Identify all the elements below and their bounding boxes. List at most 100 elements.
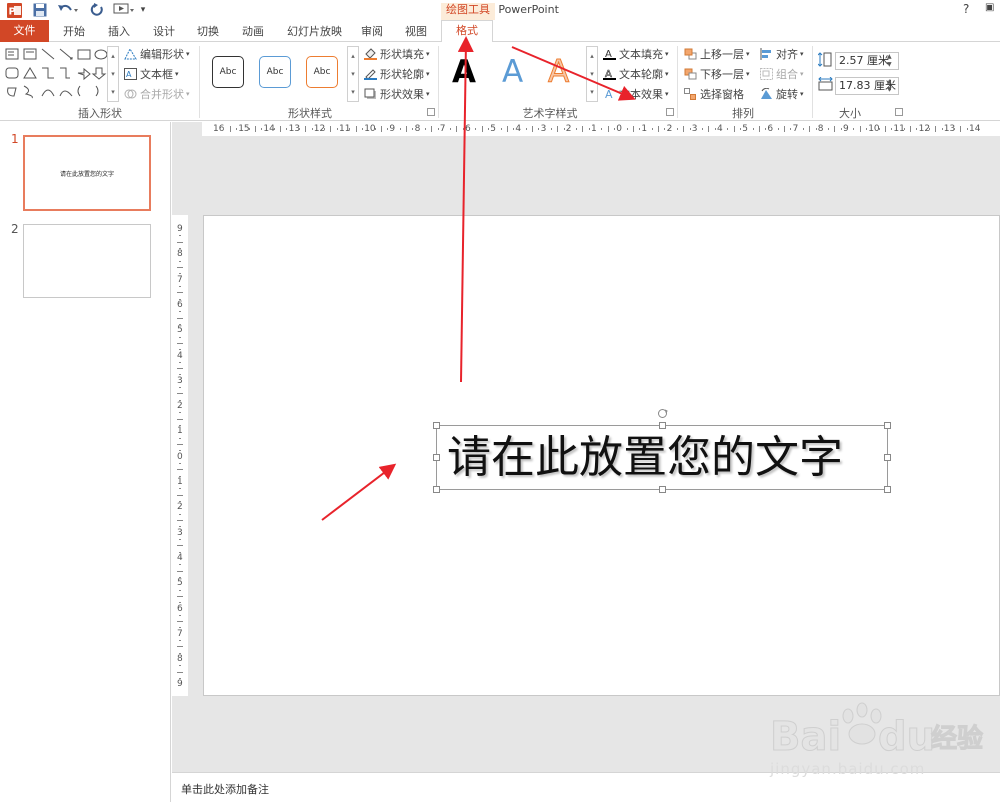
ruler-tick	[702, 128, 704, 130]
ruler-tick	[179, 538, 181, 540]
shape-styles-scroll[interactable]: ▴ ▾ ▾	[347, 46, 359, 102]
group-button[interactable]: 组合 ▾	[760, 66, 804, 82]
resize-handle-se[interactable]	[884, 486, 891, 493]
tab-insert[interactable]: 插入	[108, 23, 130, 39]
resize-handle-sw[interactable]	[433, 486, 440, 493]
tab-view[interactable]: 视图	[405, 23, 427, 39]
ruler-tick	[809, 126, 811, 132]
tab-slideshow[interactable]: 幻灯片放映	[287, 23, 342, 39]
text-box-button[interactable]: A 文本框 ▾	[124, 66, 179, 82]
selection-pane-button[interactable]: 选择窗格	[684, 86, 744, 102]
ruler-tick	[853, 128, 855, 130]
rotate-label: 旋转	[776, 88, 798, 101]
ruler-tick	[177, 292, 183, 294]
ruler-tick	[437, 128, 439, 130]
ruler-tick	[790, 128, 792, 130]
resize-handle-w[interactable]	[433, 454, 440, 461]
align-button[interactable]: 对齐 ▾	[760, 46, 804, 62]
vertical-ruler-number: 7	[177, 628, 183, 639]
slide-thumbnail-1[interactable]: 请在此放置您的文字	[23, 135, 151, 211]
tab-format[interactable]: 格式	[441, 20, 493, 43]
send-backward-button[interactable]: 下移一层 ▾	[684, 66, 750, 82]
rotation-handle-icon[interactable]	[657, 408, 668, 422]
shape-style-preset-1[interactable]: Abc	[212, 56, 244, 88]
horizontal-ruler-number: 9	[389, 124, 396, 134]
group-separator	[199, 46, 200, 118]
paint-bucket-icon	[364, 48, 377, 60]
ruler-tick	[475, 128, 477, 130]
ribbon-display-options-icon[interactable]: ▣	[985, 2, 994, 13]
ruler-tick	[733, 126, 735, 132]
resize-handle-nw[interactable]	[433, 422, 440, 429]
text-box-label: 文本框	[140, 68, 173, 81]
resize-handle-s[interactable]	[659, 486, 666, 493]
ruler-tick	[752, 128, 754, 130]
ruler-tick	[834, 126, 836, 132]
svg-text:du: du	[878, 714, 935, 760]
text-fill-button[interactable]: A 文本填充 ▾	[603, 46, 669, 62]
slide-thumbnail-2[interactable]	[23, 224, 151, 298]
vertical-ruler-number: 3	[177, 375, 183, 386]
wordart-style-blue[interactable]: A	[502, 52, 523, 92]
wordart-scroll[interactable]: ▴ ▾ ▾	[586, 46, 598, 102]
slide-canvas[interactable]: 请在此放置您的文字	[203, 215, 1000, 696]
ruler-tick	[177, 418, 183, 420]
horizontal-ruler-number: 9	[843, 124, 849, 134]
resize-handle-n[interactable]	[659, 422, 666, 429]
tab-animations[interactable]: 动画	[242, 23, 264, 39]
group-label-size: 大小	[839, 107, 861, 120]
slide-text[interactable]: 请在此放置您的文字	[447, 430, 843, 486]
wordart-style-black[interactable]: A	[452, 52, 476, 92]
text-outline-button[interactable]: A 文本轮廓 ▾	[603, 66, 669, 82]
slide-thumbnail-1-text: 请在此放置您的文字	[59, 171, 114, 178]
vertical-ruler-number: 1	[177, 477, 183, 487]
shape-style-preset-2[interactable]: Abc	[259, 56, 291, 88]
merge-shapes-button[interactable]: 合并形状 ▾	[124, 86, 190, 102]
bring-forward-icon	[684, 48, 697, 60]
resize-handle-e[interactable]	[884, 454, 891, 461]
shape-style-preset-3[interactable]: Abc	[306, 56, 338, 88]
shape-effects-button[interactable]: 形状效果 ▾	[364, 86, 430, 102]
ruler-tick	[177, 241, 183, 243]
text-effects-button[interactable]: A 文本效果 ▾	[603, 86, 669, 102]
shapes-gallery[interactable]	[4, 46, 120, 102]
shape-fill-button[interactable]: 形状填充 ▾	[364, 46, 430, 62]
ruler-tick	[966, 128, 968, 130]
ruler-tick	[865, 128, 867, 130]
shape-outline-label: 形状轮廓	[380, 68, 424, 81]
shape-styles-dialog-launcher[interactable]	[427, 108, 435, 116]
slide-number-1: 1	[11, 132, 19, 146]
vertical-ruler-number: 5	[177, 578, 183, 589]
wordart-style-orange[interactable]: A	[547, 52, 569, 92]
tab-file[interactable]: 文件	[0, 20, 49, 42]
ruler-tick	[179, 336, 181, 338]
wordart-styles-dialog-launcher[interactable]	[666, 108, 674, 116]
tab-home[interactable]: 开始	[63, 23, 85, 39]
ruler-tick	[557, 126, 559, 132]
resize-handle-ne[interactable]	[884, 422, 891, 429]
shape-outline-button[interactable]: 形状轮廓 ▾	[364, 66, 430, 82]
tab-design[interactable]: 设计	[153, 23, 175, 39]
ruler-tick	[935, 126, 937, 132]
text-fill-label: 文本填充	[619, 48, 663, 61]
help-button[interactable]: ?	[963, 2, 969, 16]
align-icon	[760, 48, 773, 60]
group-label: 组合	[776, 68, 798, 81]
size-dialog-launcher[interactable]	[895, 108, 903, 116]
tab-transitions[interactable]: 切换	[197, 23, 219, 39]
shape-height-spinner[interactable]: ▲ ▼	[887, 53, 892, 69]
ruler-tick	[689, 128, 691, 130]
ruler-tick	[179, 437, 181, 439]
watermark-url: jingyan.baidu.com	[770, 760, 926, 778]
bring-forward-button[interactable]: 上移一层 ▾	[684, 46, 750, 62]
shape-width-spinner[interactable]: ▲ ▼	[887, 78, 892, 94]
ruler-tick	[664, 128, 666, 130]
rotate-button[interactable]: 旋转 ▾	[760, 86, 804, 102]
title-bar: P ▾ ppt2013 - PowerPoint 绘图工具 ? ▣	[0, 0, 1000, 20]
slide-text-box[interactable]: 请在此放置您的文字	[433, 409, 891, 493]
shapes-gallery-scroll[interactable]: ▴ ▾ ▾	[107, 46, 119, 102]
edit-shape-button[interactable]: 编辑形状 ▾	[124, 46, 190, 62]
tab-review[interactable]: 审阅	[361, 23, 383, 39]
shape-effects-label: 形状效果	[380, 88, 424, 101]
ruler-tick	[177, 393, 183, 395]
